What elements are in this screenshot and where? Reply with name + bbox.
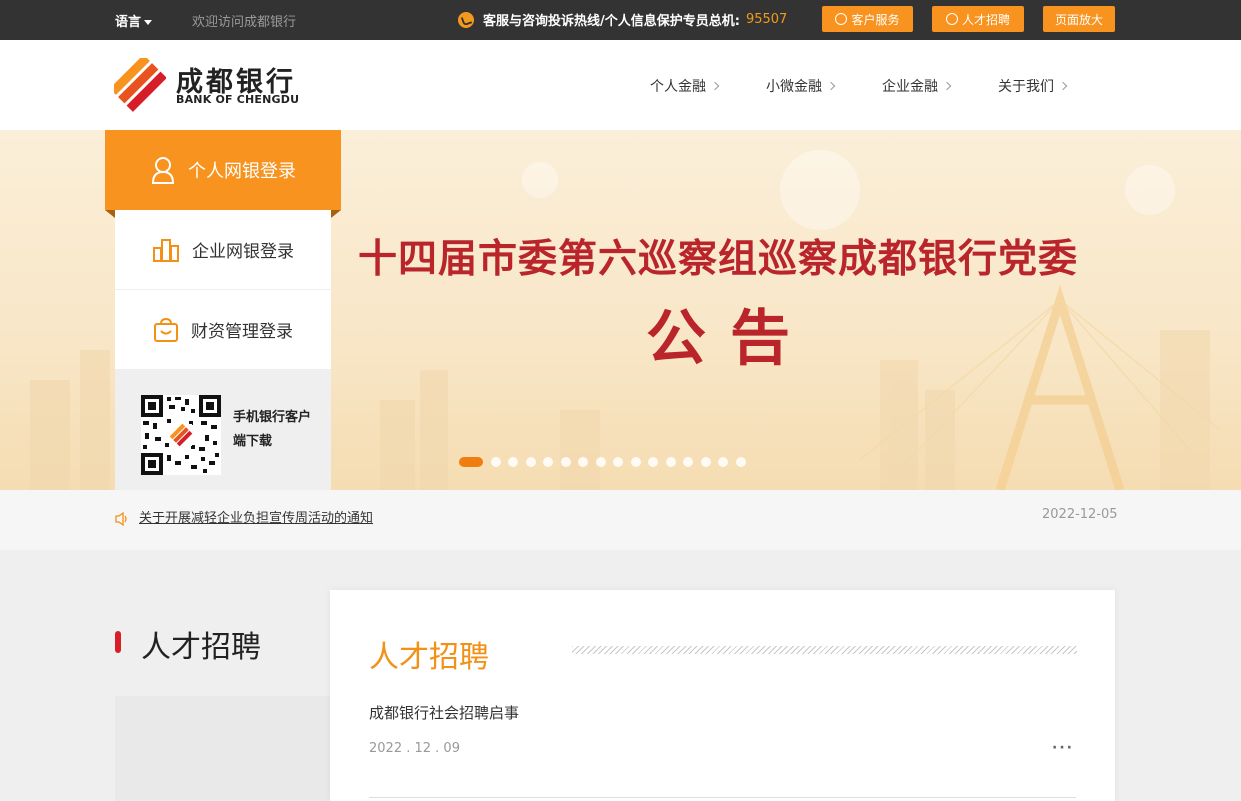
- banner-title: 十四届市委第六巡察组巡察成都银行党委: [358, 236, 1079, 282]
- recruitment-item-link[interactable]: 成都银行社会招聘启事: [369, 702, 519, 723]
- wealth-management-login-label: 财资管理登录: [191, 322, 293, 342]
- more-icon[interactable]: ···: [1052, 740, 1074, 756]
- user-icon: [151, 157, 175, 184]
- chevron-right-icon: [826, 81, 836, 91]
- top-bar: 语言 欢迎访问成都银行 客服与咨询投诉热线/个人信息保护专员总机: 95507 …: [0, 0, 1241, 40]
- carousel-dot[interactable]: [648, 457, 658, 467]
- qr-code[interactable]: [141, 395, 221, 475]
- card-title-divider: [572, 646, 1077, 654]
- carousel-dot[interactable]: [683, 457, 693, 467]
- building-icon: [153, 238, 179, 262]
- notice-date: 2022-12-05: [1042, 507, 1118, 522]
- user-plus-icon: [945, 13, 958, 25]
- carousel-dot[interactable]: [700, 457, 711, 467]
- recruitment-label: 人才招聘: [961, 12, 1010, 27]
- hotline-label: 客服与咨询投诉热线/个人信息保护专员总机:: [483, 14, 740, 29]
- nav-label: 关于我们: [998, 79, 1054, 95]
- section-side-panel: [115, 696, 330, 801]
- wealth-management-login-button[interactable]: 财资管理登录: [115, 290, 331, 370]
- nav-about-us[interactable]: 关于我们: [998, 76, 1068, 96]
- nav-personal-finance[interactable]: 个人金融: [650, 76, 720, 96]
- speaker-icon: [115, 511, 127, 527]
- carousel-dot[interactable]: [560, 457, 571, 467]
- carousel-dot[interactable]: [543, 457, 553, 467]
- language-selector[interactable]: 语言: [115, 11, 153, 30]
- language-label: 语言: [115, 15, 142, 30]
- customer-service-button[interactable]: 客户服务: [822, 6, 913, 32]
- notice-link[interactable]: 关于开展减轻企业负担宣传周活动的通知: [139, 507, 373, 526]
- chevron-right-icon: [1058, 81, 1068, 91]
- chevron-right-icon: [710, 81, 720, 91]
- customer-service-label: 客户服务: [851, 12, 900, 27]
- notice-bar: 关于开展减轻企业负担宣传周活动的通知 2022-12-05: [0, 490, 1241, 550]
- personal-ebank-login-label: 个人网银登录: [188, 161, 296, 182]
- logo-subtitle: BANK OF CHENGDU: [176, 93, 300, 106]
- carousel-dot[interactable]: [525, 457, 536, 467]
- carousel-dot[interactable]: [595, 457, 606, 467]
- site-header: 成都银行 BANK OF CHENGDU 个人金融 小微金融 企业金融 关于我们: [0, 40, 1241, 130]
- recruitment-item-date: 2022 . 12 . 09: [369, 741, 460, 756]
- recruitment-card: 人才招聘 成都银行社会招聘启事 2022 . 12 . 09 ···: [330, 590, 1115, 801]
- logo-mark-icon: [114, 58, 166, 112]
- nav-label: 企业金融: [882, 79, 938, 95]
- carousel-pagination: [459, 457, 753, 467]
- banner-subtitle: 公告: [646, 304, 814, 374]
- carousel-dot[interactable]: [613, 457, 623, 467]
- enterprise-ebank-login-label: 企业网银登录: [192, 242, 294, 262]
- personal-ebank-login-button[interactable]: 个人网银登录: [105, 130, 341, 218]
- carousel-dot[interactable]: [508, 457, 518, 467]
- item-divider: [369, 797, 1076, 798]
- nav-corporate-finance[interactable]: 企业金融: [882, 76, 952, 96]
- hotline: 客服与咨询投诉热线/个人信息保护专员总机: 95507: [458, 10, 787, 29]
- nav-label: 个人金融: [650, 79, 706, 95]
- caret-down-icon: [144, 20, 153, 25]
- chevron-right-icon: [942, 81, 952, 91]
- phone-icon: [458, 11, 474, 28]
- headset-icon: [835, 13, 848, 25]
- carousel-dot[interactable]: [718, 457, 728, 467]
- page-zoom-button[interactable]: 页面放大: [1043, 6, 1115, 32]
- enterprise-ebank-login-button[interactable]: 企业网银登录: [115, 210, 331, 290]
- card-title[interactable]: 人才招聘: [369, 632, 489, 676]
- carousel-dot[interactable]: [735, 457, 746, 467]
- shopping-bag-icon: [154, 317, 178, 342]
- carousel-dot[interactable]: [665, 457, 676, 467]
- carousel-dot[interactable]: [459, 457, 483, 467]
- mobile-app-download: 手机银行客户端下载: [115, 370, 331, 490]
- mobile-app-download-text: 手机银行客户端下载: [233, 410, 312, 449]
- section-marker: [115, 631, 121, 653]
- bank-logo[interactable]: 成都银行 BANK OF CHENGDU: [114, 58, 314, 114]
- carousel-dot[interactable]: [630, 457, 641, 467]
- nav-small-business-finance[interactable]: 小微金融: [766, 76, 836, 96]
- recruitment-button[interactable]: 人才招聘: [932, 6, 1024, 32]
- section-title: 人才招聘: [141, 630, 261, 665]
- carousel-dot[interactable]: [490, 457, 501, 467]
- carousel-dot[interactable]: [578, 457, 588, 467]
- qr-code-icon: [141, 395, 221, 475]
- nav-label: 小微金融: [766, 79, 822, 95]
- welcome-text: 欢迎访问成都银行: [192, 15, 297, 30]
- hotline-number: 95507: [745, 12, 788, 27]
- page-zoom-label: 页面放大: [1054, 12, 1103, 27]
